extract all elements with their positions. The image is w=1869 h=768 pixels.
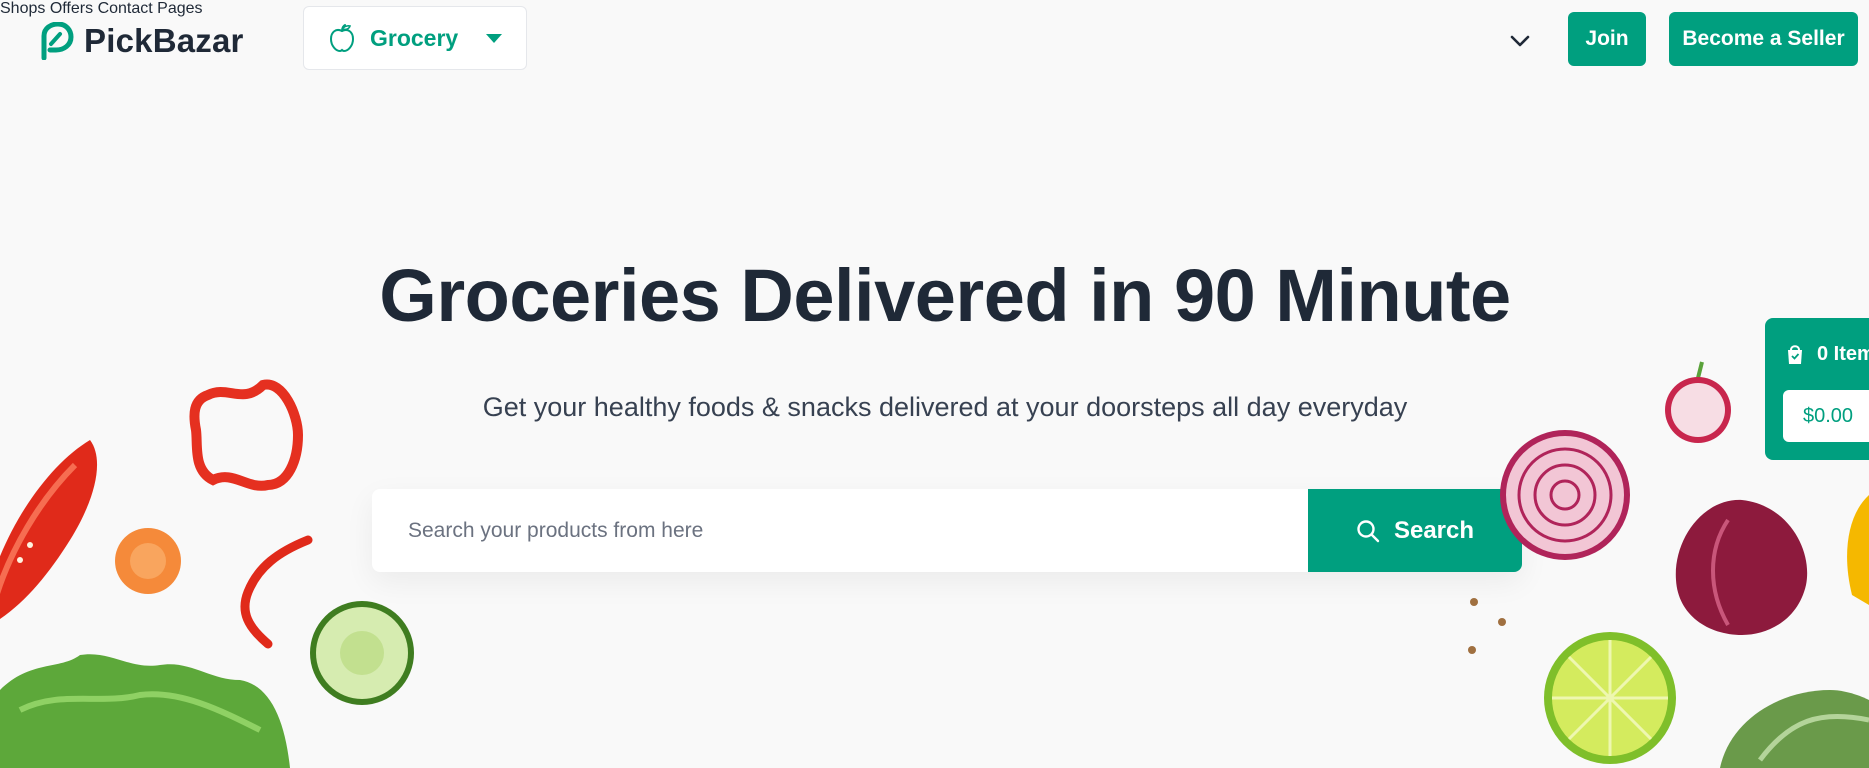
pepper-strip-image bbox=[240, 535, 313, 649]
cart-items-count: 0 Item bbox=[1817, 342, 1869, 365]
search-bar: Search bbox=[372, 489, 1522, 572]
lime-slice-image bbox=[1544, 632, 1676, 764]
join-button[interactable]: Join bbox=[1568, 12, 1646, 66]
cart-items: 0 Item bbox=[1785, 342, 1869, 366]
search-icon bbox=[1357, 519, 1380, 542]
search-button[interactable]: Search bbox=[1308, 489, 1522, 572]
red-onion-image bbox=[1675, 499, 1808, 635]
carrot-slice-image bbox=[115, 528, 181, 594]
nav-link-shops[interactable]: Shops bbox=[0, 0, 45, 17]
become-seller-button[interactable]: Become a Seller bbox=[1669, 12, 1858, 66]
chevron-down-icon bbox=[486, 34, 502, 43]
cart-total: $0.00 bbox=[1783, 390, 1869, 442]
shopping-bag-icon bbox=[1788, 345, 1802, 364]
apple-icon bbox=[329, 24, 355, 53]
cucumber-slice-image bbox=[310, 601, 414, 705]
lettuce-image bbox=[0, 654, 290, 768]
site-header: PickBazar Grocery Shops Offers Contact P… bbox=[0, 0, 1869, 80]
cabbage-image bbox=[1720, 690, 1869, 768]
radish-slice-image bbox=[1665, 361, 1731, 443]
brand-name: PickBazar bbox=[84, 22, 244, 59]
shop-type-dropdown[interactable]: Grocery bbox=[303, 6, 527, 70]
brand-logo[interactable]: PickBazar bbox=[38, 20, 244, 62]
cart-widget[interactable]: 0 Item $0.00 bbox=[1765, 318, 1869, 460]
nav-link-offers[interactable]: Offers bbox=[50, 0, 93, 17]
leaf-logo-icon bbox=[41, 22, 74, 60]
nav-link-pages[interactable]: Pages bbox=[157, 0, 202, 17]
yellow-pepper-image bbox=[1847, 495, 1869, 605]
seeds-image bbox=[1468, 598, 1506, 654]
hero-title: Groceries Delivered in 90 Minute bbox=[379, 254, 1511, 337]
chevron-down-icon[interactable] bbox=[1510, 34, 1530, 48]
search-button-label: Search bbox=[1393, 516, 1475, 544]
red-pepper-slice-image bbox=[0, 440, 97, 619]
shop-type-label: Grocery bbox=[370, 24, 459, 51]
search-input[interactable] bbox=[372, 489, 1308, 572]
nav-link-contact[interactable]: Contact bbox=[98, 0, 153, 17]
red-onion-slice-image bbox=[1500, 430, 1630, 560]
bell-pepper-ring-image bbox=[189, 379, 304, 491]
